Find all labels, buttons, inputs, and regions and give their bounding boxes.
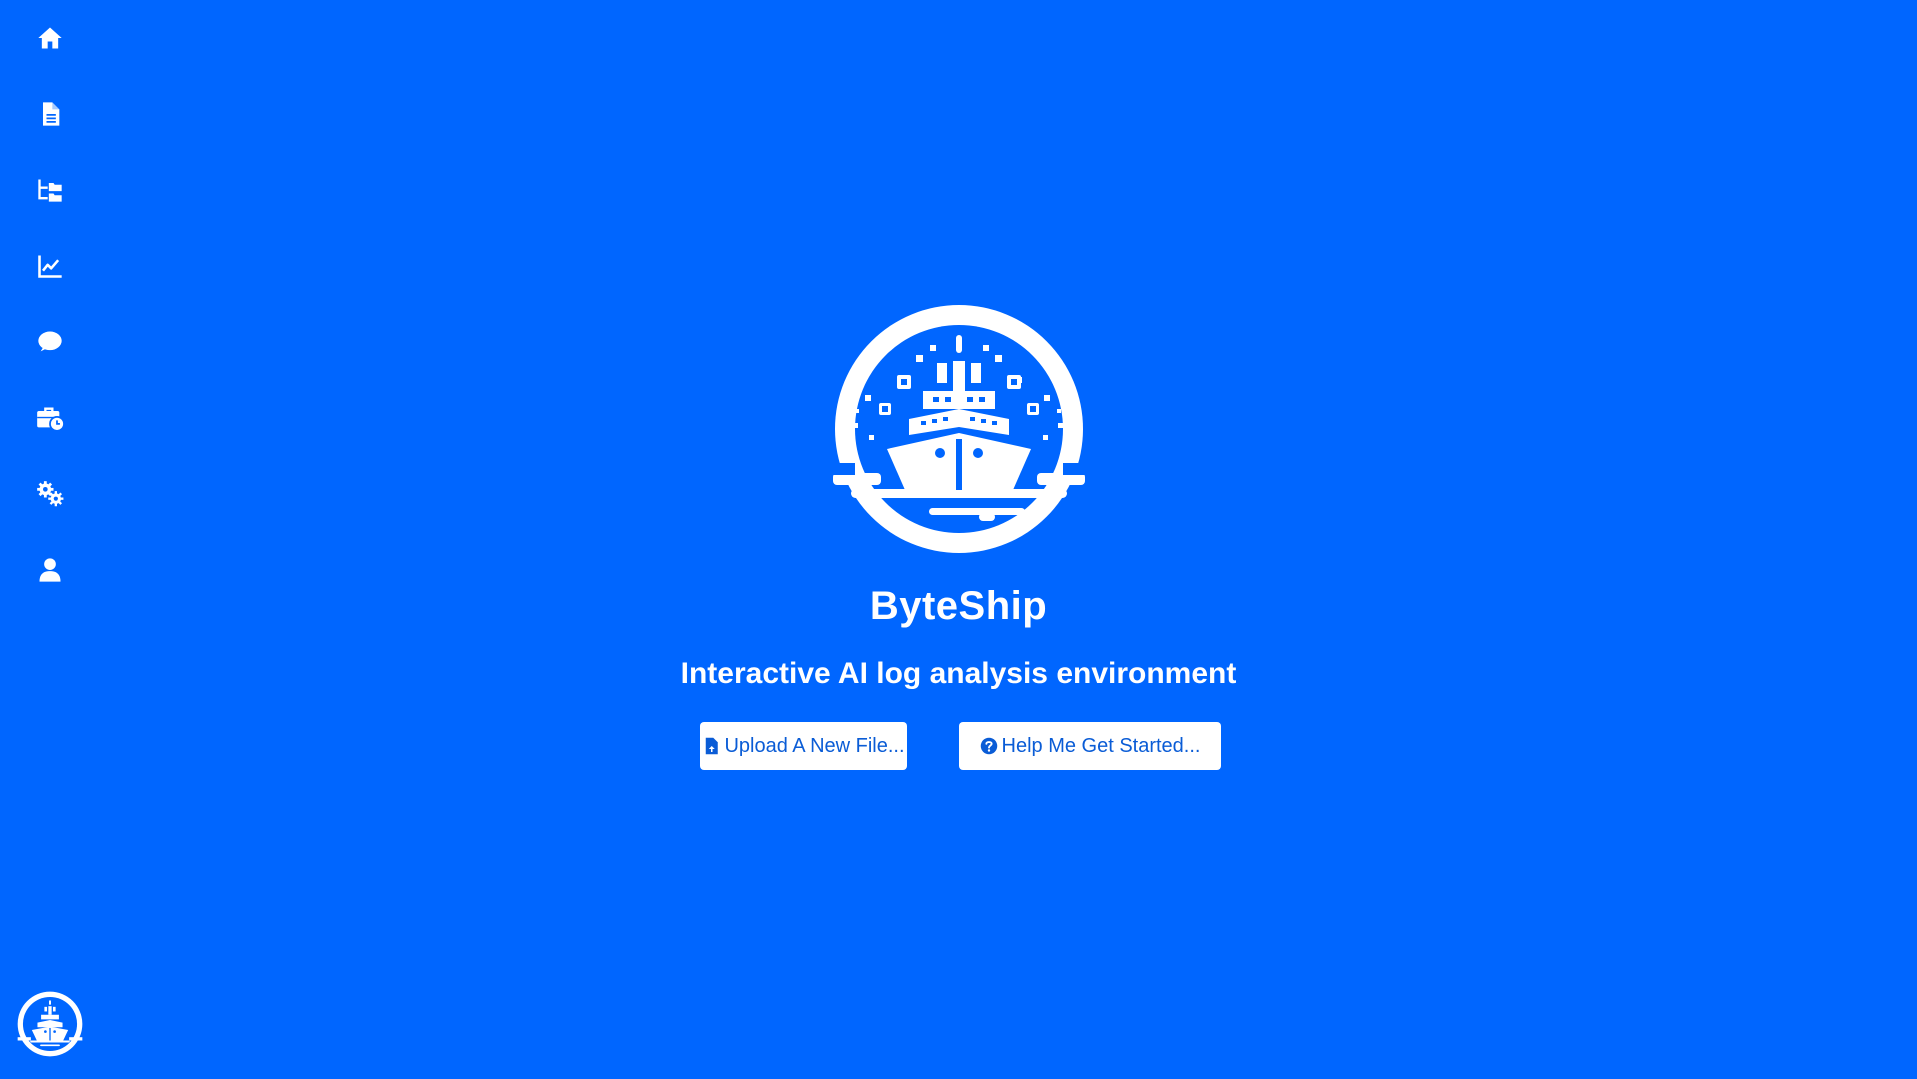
chat-bubble-icon — [38, 331, 62, 352]
sidebar-item-jobs[interactable] — [30, 398, 70, 438]
sidebar-item-profile[interactable] — [30, 550, 70, 590]
user-icon — [39, 558, 61, 582]
sidebar-item-chat[interactable] — [30, 322, 70, 362]
app-title: ByteShip — [869, 584, 1048, 628]
byteship-logo-icon — [17, 991, 83, 1057]
help-get-started-button[interactable]: Help Me Get Started... — [959, 722, 1221, 770]
upload-file-label: Upload A New File... — [724, 734, 905, 757]
document-icon — [43, 102, 60, 126]
sidebar-item-documents[interactable] — [30, 94, 70, 134]
line-chart-icon — [38, 255, 62, 278]
sidebar-item-analytics[interactable] — [30, 246, 70, 286]
help-get-started-label: Help Me Get Started... — [1001, 734, 1201, 757]
byteship-logo-icon — [833, 305, 1085, 553]
gears-icon — [37, 481, 64, 507]
question-circle-icon — [980, 737, 997, 755]
sidebar-item-settings[interactable] — [30, 474, 70, 514]
briefcase-clock-icon — [37, 407, 64, 432]
sidebar-item-file-tree[interactable] — [30, 170, 70, 210]
sidebar-item-home[interactable] — [30, 18, 70, 58]
app-root: ByteShip Interactive AI log analysis env… — [0, 0, 1917, 1079]
action-buttons: Upload A New File... Help Me Get Started… — [700, 722, 1221, 770]
upload-file-button[interactable]: Upload A New File... — [700, 722, 907, 770]
main-content: ByteShip Interactive AI log analysis env… — [100, 0, 1917, 1079]
home-icon — [38, 27, 62, 49]
folder-tree-icon — [38, 179, 62, 202]
file-upload-icon — [706, 737, 719, 755]
app-tagline: Interactive AI log analysis environment — [680, 657, 1237, 690]
hero-logo — [833, 303, 1085, 555]
sidebar-logo[interactable] — [17, 991, 83, 1057]
sidebar — [0, 0, 100, 1079]
